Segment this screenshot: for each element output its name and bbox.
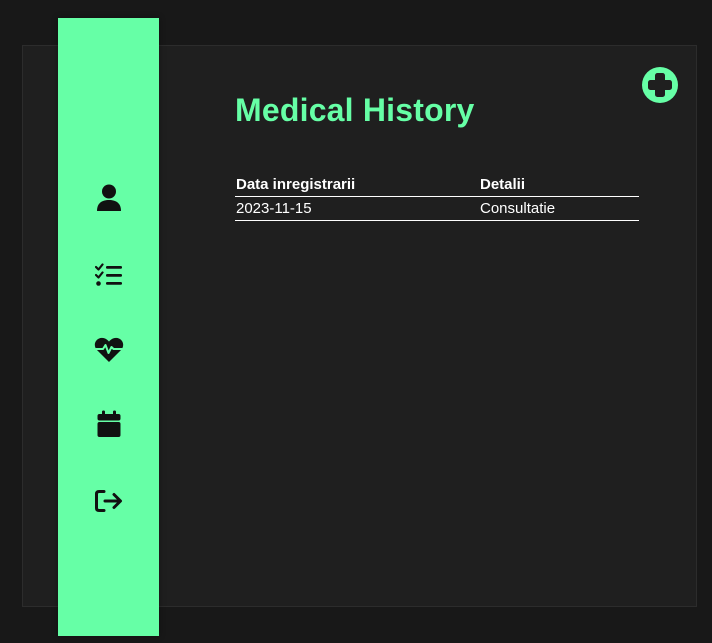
page-title: Medical History (235, 92, 475, 128)
table-header-row: Data inregistrarii Detalii (235, 173, 639, 197)
cell-date: 2023-11-15 (235, 196, 479, 221)
sidebar-item-tasks[interactable] (58, 253, 159, 297)
sidebar-item-appointments[interactable] (58, 402, 159, 446)
logout-icon (94, 489, 124, 513)
column-header-date: Data inregistrarii (235, 173, 479, 197)
plus-circle-icon (640, 67, 680, 109)
medical-history-table: Data inregistrarii Detalii 2023-11-15 Co… (235, 173, 639, 221)
add-record-button[interactable] (640, 65, 680, 105)
sidebar (58, 18, 159, 636)
calendar-icon (97, 410, 121, 438)
column-header-details: Detalii (479, 173, 639, 197)
checklist-icon (94, 263, 123, 287)
page: Medical History Data inregistrarii Detal… (0, 0, 712, 643)
sidebar-item-logout[interactable] (58, 479, 159, 523)
heart-pulse-icon (94, 337, 124, 363)
table-row[interactable]: 2023-11-15 Consultatie (235, 196, 639, 221)
sidebar-item-medical-history[interactable] (58, 328, 159, 372)
sidebar-item-profile[interactable] (58, 176, 159, 220)
cell-details: Consultatie (479, 196, 639, 221)
user-icon (96, 184, 122, 212)
